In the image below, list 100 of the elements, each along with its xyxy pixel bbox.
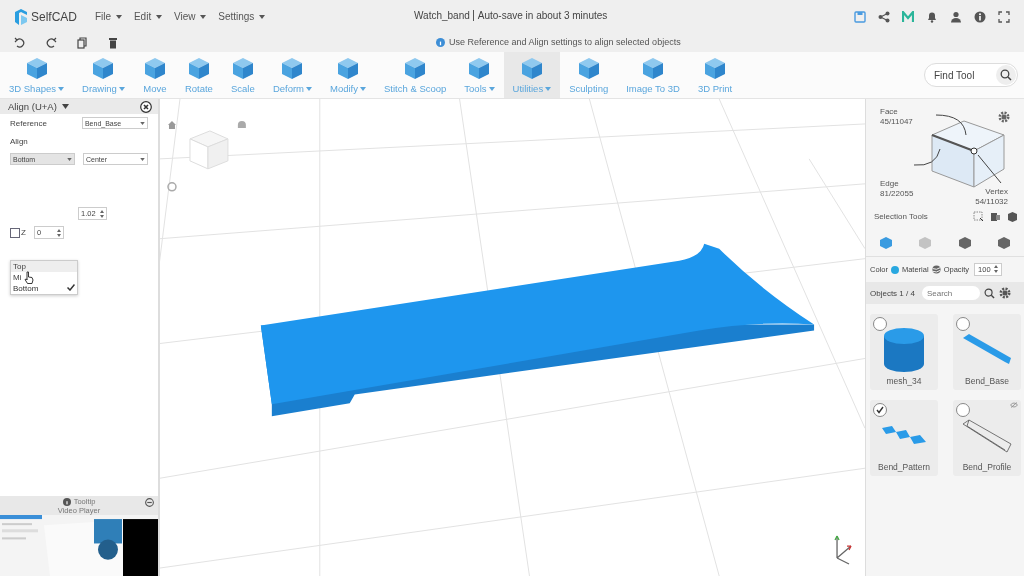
watch-band-model[interactable] <box>260 243 815 417</box>
object-checkbox[interactable] <box>956 403 970 417</box>
check-icon <box>67 284 75 291</box>
logo-icon <box>14 8 28 25</box>
cube-icon <box>24 56 49 80</box>
cube-icon <box>519 56 544 80</box>
close-icon[interactable] <box>140 100 152 113</box>
edge-count-label: Edge 81/22055 <box>880 179 914 199</box>
object-checkbox[interactable] <box>873 403 887 417</box>
spinner-icon[interactable] <box>99 209 104 218</box>
cube-icon[interactable] <box>1007 211 1018 222</box>
undo-icon[interactable] <box>14 36 26 49</box>
caret-icon <box>306 87 313 92</box>
cube-icon <box>142 56 167 80</box>
settings-icon[interactable] <box>998 287 1011 299</box>
caret-icon <box>58 87 64 92</box>
z-label: Z <box>21 228 26 237</box>
info-icon[interactable] <box>974 10 986 23</box>
cube-icon <box>467 56 492 80</box>
object-checkbox[interactable] <box>956 317 970 331</box>
object-card[interactable]: mesh_34 <box>870 314 938 390</box>
object-name: Bend_Pattern <box>878 462 930 474</box>
check-icon <box>876 406 884 414</box>
file-name[interactable]: Watch_band <box>414 10 474 21</box>
panel-title: Align (U+A) <box>8 101 57 112</box>
pattern-thumbnail <box>882 426 926 444</box>
caret-icon <box>488 87 495 92</box>
app-logo[interactable]: SelfCAD <box>31 9 77 24</box>
cube-icon <box>336 56 360 80</box>
bell-icon[interactable] <box>926 10 938 23</box>
search-icon[interactable] <box>1000 69 1012 81</box>
caret-icon <box>140 157 145 161</box>
cube-icon <box>703 56 728 80</box>
cube-icon <box>280 56 305 80</box>
user-icon[interactable] <box>950 10 962 23</box>
reference-label: Reference <box>10 118 48 128</box>
minimize-icon[interactable] <box>145 498 154 507</box>
caret-icon <box>545 87 552 92</box>
menu-item[interactable]: File <box>95 11 122 22</box>
caret-icon <box>118 87 125 92</box>
home-icon[interactable] <box>168 120 176 129</box>
face-count-label: Face 45/11047 <box>880 107 913 127</box>
caret-icon <box>360 87 366 92</box>
caret-icon <box>155 15 162 20</box>
cubes-icon[interactable] <box>990 211 1001 222</box>
caret-icon <box>200 15 207 20</box>
menu-item[interactable]: Edit <box>133 11 162 22</box>
object-card[interactable]: Bend_Pattern <box>870 400 938 476</box>
cylinder-thumbnail <box>884 328 924 372</box>
hint-text: Use Reference and Align settings to align selected objects <box>449 37 681 47</box>
menu-item[interactable]: View <box>173 11 207 22</box>
collapse-caret-icon[interactable] <box>61 104 69 109</box>
vertex-count-label: Vertex 54/11032 <box>975 187 1008 207</box>
redo-icon[interactable] <box>45 36 57 49</box>
select-box-icon[interactable] <box>973 211 984 222</box>
object-name: Bend_Base <box>965 376 1009 388</box>
object-checkbox[interactable] <box>873 317 887 331</box>
spinner-icon[interactable] <box>56 228 61 237</box>
menu-item[interactable]: Settings <box>218 11 266 22</box>
profile-thumbnail <box>962 419 1012 453</box>
trash-icon[interactable] <box>107 36 119 49</box>
dropdown-option[interactable]: Top <box>11 261 77 272</box>
info-icon <box>62 497 71 506</box>
color-swatch[interactable] <box>890 265 899 274</box>
caret-icon <box>115 15 122 20</box>
axis-icon <box>834 535 852 565</box>
objects-search-field[interactable]: Search <box>921 286 980 300</box>
object-name: mesh_34 <box>886 376 922 388</box>
selection-mode-tab[interactable] <box>957 236 972 250</box>
objects-count: Objects 1 / 4 <box>870 288 915 298</box>
save-icon[interactable] <box>854 10 866 23</box>
z-checkbox[interactable] <box>10 227 20 238</box>
selection-mode-tab[interactable] <box>997 236 1012 250</box>
object-name: Bend_Profile <box>962 462 1012 474</box>
dropdown-option[interactable]: Mi <box>11 272 77 283</box>
cube-icon <box>576 56 601 80</box>
caret-icon <box>259 15 266 20</box>
material-icon[interactable] <box>931 265 941 274</box>
cube-icon <box>641 56 666 80</box>
object-card[interactable]: Bend_Profile <box>953 400 1021 476</box>
settings-icon[interactable] <box>998 111 1010 123</box>
object-card[interactable]: Bend_Base <box>953 314 1021 390</box>
cube-icon <box>230 56 255 80</box>
hand-cursor-icon <box>24 271 34 284</box>
share-icon[interactable] <box>878 10 890 23</box>
dropdown-option[interactable]: Bottom <box>11 283 77 294</box>
autosave-status: Auto-save in about 3 minutes <box>477 10 608 21</box>
fullscreen-icon[interactable] <box>998 10 1010 23</box>
info-icon <box>436 37 445 47</box>
cube-icon <box>91 56 116 80</box>
selection-mode-tab[interactable] <box>878 236 893 250</box>
search-icon[interactable] <box>983 287 995 299</box>
band-thumbnail <box>963 334 1011 364</box>
copy-icon[interactable] <box>76 36 88 49</box>
cube-icon <box>186 56 211 80</box>
selection-tools-label: Selection Tools <box>874 212 928 221</box>
caret-icon <box>140 121 145 125</box>
cube-icon <box>403 56 428 80</box>
spinner-icon[interactable] <box>993 265 998 273</box>
caret-icon <box>67 157 72 161</box>
